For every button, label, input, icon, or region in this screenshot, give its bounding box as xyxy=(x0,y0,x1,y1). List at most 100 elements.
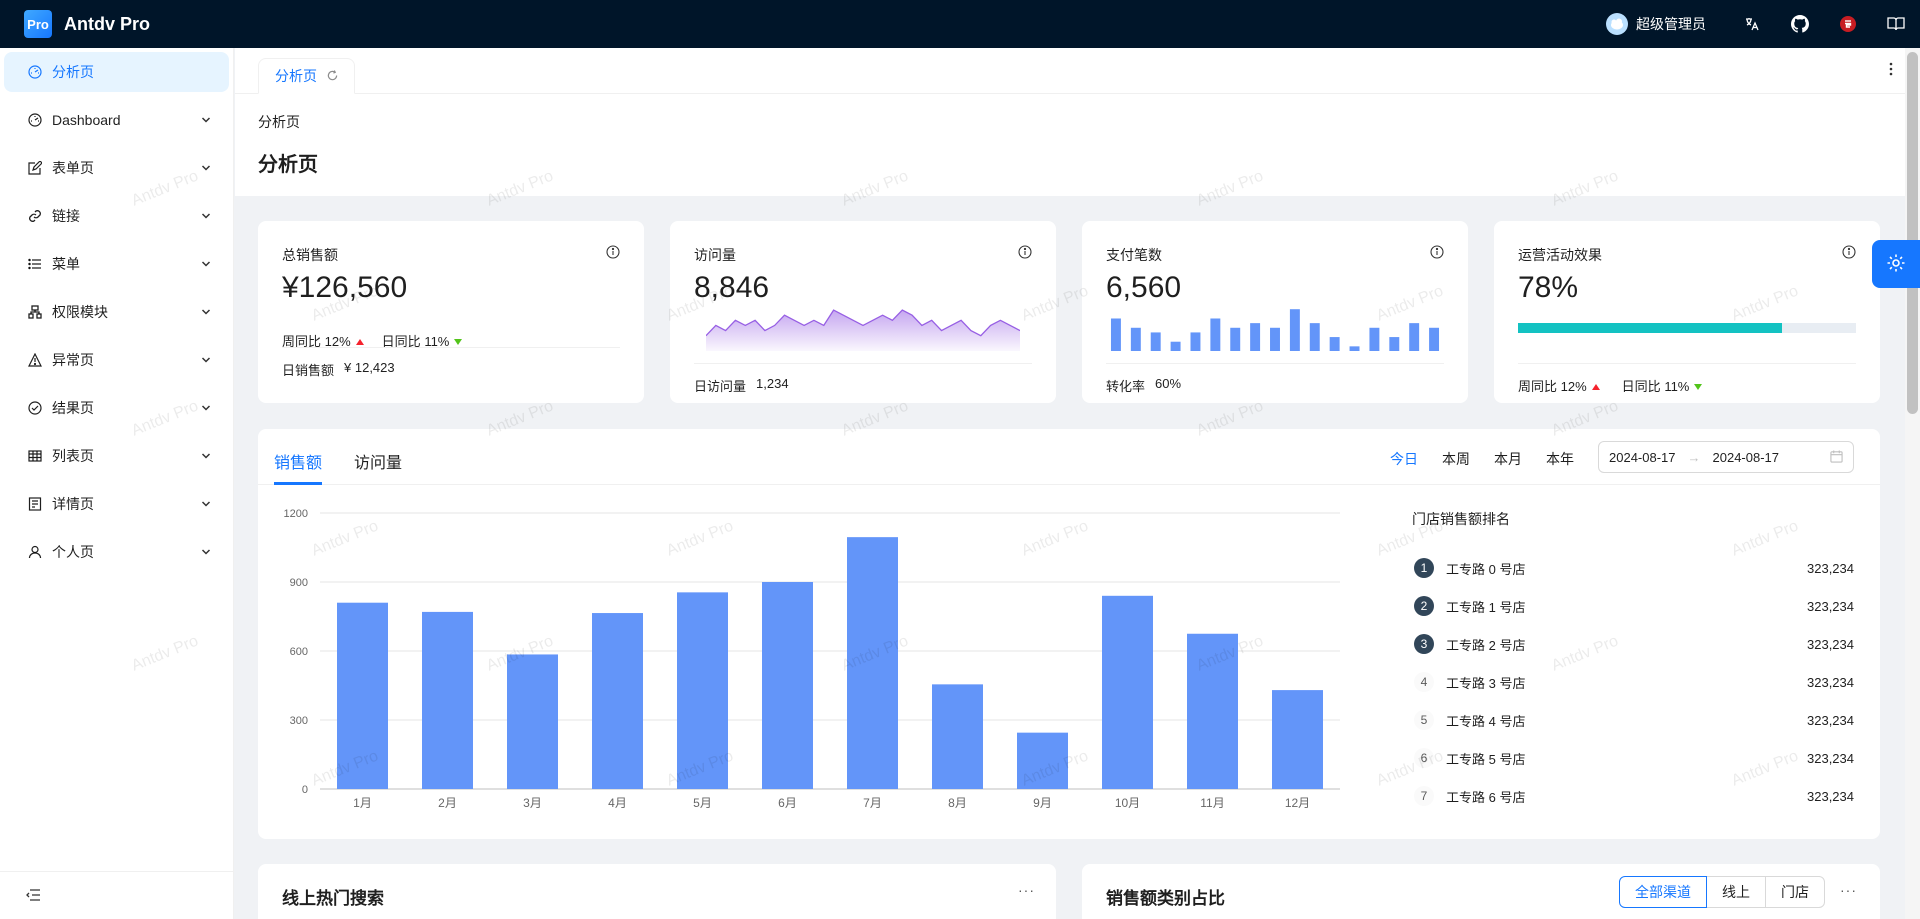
bar[interactable] xyxy=(422,611,473,789)
bar[interactable] xyxy=(1102,595,1153,789)
user-menu[interactable]: 超级管理员 xyxy=(1606,13,1706,35)
reload-icon[interactable] xyxy=(327,68,338,84)
more-icon[interactable]: ··· xyxy=(1840,882,1857,898)
mini-bar xyxy=(1190,332,1201,351)
channel-online[interactable]: 线上 xyxy=(1706,876,1766,908)
rank-row: 6 工专路 5 号店 323,234 xyxy=(1414,747,1854,769)
gitee-icon[interactable] xyxy=(1824,0,1872,48)
mini-bar xyxy=(1369,327,1380,351)
stat-footer: 周同比 12% 日同比 11% xyxy=(1518,363,1856,395)
x-tick-label: 6月 xyxy=(778,796,797,810)
bar[interactable] xyxy=(677,592,728,789)
sidebar-item-6[interactable]: 异常页 xyxy=(4,340,229,380)
app-title[interactable]: Antdv Pro xyxy=(64,14,150,35)
breadcrumb[interactable]: 分析页 xyxy=(258,112,300,132)
sales-category-card: 销售额类别占比 全部渠道 线上 门店 ··· xyxy=(1082,864,1880,919)
chevron-down-icon xyxy=(201,352,211,368)
date-start[interactable]: 2024-08-17 xyxy=(1609,450,1676,465)
bar[interactable] xyxy=(592,613,643,789)
bar[interactable] xyxy=(1017,732,1068,789)
chevron-down-icon xyxy=(201,448,211,464)
bar[interactable] xyxy=(337,602,388,789)
sidebar-item-4[interactable]: 菜单 xyxy=(4,244,229,284)
mini-bar xyxy=(1270,327,1280,351)
x-tick-label: 3月 xyxy=(523,796,542,810)
sidebar-item-3[interactable]: 链接 xyxy=(4,196,229,236)
bar[interactable] xyxy=(762,582,813,789)
chevron-down-icon xyxy=(201,496,211,512)
foot-label: 转化率 xyxy=(1106,379,1146,394)
sidebar-item-9[interactable]: 详情页 xyxy=(4,484,229,524)
bar[interactable] xyxy=(1272,690,1323,789)
info-circle-icon[interactable] xyxy=(606,245,620,262)
tab-visits[interactable]: 访问量 xyxy=(354,449,402,473)
mini-bar xyxy=(1309,323,1320,351)
stat-footer: 转化率 60% xyxy=(1106,363,1444,395)
tab-sales[interactable]: 销售额 xyxy=(274,449,322,473)
foot-value: ¥ 12,423 xyxy=(344,360,395,375)
rank-value: 323,234 xyxy=(1807,560,1854,576)
dashboard-icon xyxy=(28,113,42,127)
docs-icon[interactable] xyxy=(1872,0,1920,48)
date-end[interactable]: 2024-08-17 xyxy=(1713,450,1780,465)
rank-store-name: 工专路 5 号店 xyxy=(1446,751,1526,767)
tab-label: 分析页 xyxy=(275,68,317,84)
sidebar-item-2[interactable]: 表单页 xyxy=(4,148,229,188)
day-trend: 日同比 11% xyxy=(1622,376,1703,395)
range-week[interactable]: 本周 xyxy=(1442,449,1470,469)
info-circle-icon[interactable] xyxy=(1430,245,1444,262)
rank-number: 1 xyxy=(1414,558,1434,578)
sidebar-item-8[interactable]: 列表页 xyxy=(4,436,229,476)
dashboard-icon xyxy=(28,65,42,79)
bar[interactable] xyxy=(847,537,898,789)
x-tick-label: 11月 xyxy=(1200,796,1224,810)
range-today[interactable]: 今日 xyxy=(1390,449,1418,469)
rank-store-name: 工专路 1 号店 xyxy=(1446,599,1526,615)
bar[interactable] xyxy=(932,684,983,789)
sidebar: 分析页 Dashboard 表单页链接菜单权限模块异常页结果页列表页详情页个人页 xyxy=(0,48,234,919)
bar[interactable] xyxy=(1187,633,1238,789)
sidebar-item-7[interactable]: 结果页 xyxy=(4,388,229,428)
bar[interactable] xyxy=(507,654,558,789)
channel-all[interactable]: 全部渠道 xyxy=(1619,876,1707,908)
range-month[interactable]: 本月 xyxy=(1494,449,1522,469)
payments-mini-bar-chart xyxy=(1110,309,1440,351)
tab-analysis[interactable]: 分析页 xyxy=(258,58,355,94)
mini-bar xyxy=(1289,309,1300,351)
rank-row: 7 工专路 6 号店 323,234 xyxy=(1414,785,1854,807)
rank-number: 5 xyxy=(1414,710,1434,730)
translate-icon[interactable] xyxy=(1728,0,1776,48)
tab-more-icon[interactable] xyxy=(1889,62,1893,79)
channel-store[interactable]: 门店 xyxy=(1765,876,1825,908)
sidebar-item-1[interactable]: Dashboard xyxy=(4,100,229,140)
rank-store-name: 工专路 2 号店 xyxy=(1446,637,1526,653)
scrollbar-thumb[interactable] xyxy=(1907,52,1918,414)
github-icon[interactable] xyxy=(1776,0,1824,48)
stat-card-sales: 总销售额 ¥126,560 周同比 12% 日同比 11% 日销售额 ¥ 12,… xyxy=(258,221,644,403)
info-circle-icon[interactable] xyxy=(1018,245,1032,262)
sidebar-item-0[interactable]: 分析页 xyxy=(4,52,229,92)
app-logo[interactable]: Pro xyxy=(24,10,52,38)
settings-button[interactable] xyxy=(1872,240,1920,288)
more-icon[interactable]: ··· xyxy=(1018,882,1035,898)
date-range-picker[interactable]: 2024-08-17 → 2024-08-17 xyxy=(1598,441,1854,473)
visits-area-chart xyxy=(706,309,1020,351)
sidebar-item-label: Dashboard xyxy=(52,112,121,128)
sidebar-item-5[interactable]: 权限模块 xyxy=(4,292,229,332)
caret-down-icon xyxy=(1694,384,1703,390)
sidebar-item-10[interactable]: 个人页 xyxy=(4,532,229,572)
chevron-down-icon xyxy=(201,256,211,272)
stat-value: ¥126,560 xyxy=(282,271,408,304)
sales-tab-bar: 销售额 访问量 今日 本周 本月 本年 2024-08-17 → 2024-08… xyxy=(258,429,1880,485)
rank-value: 323,234 xyxy=(1807,674,1854,690)
avatar-icon xyxy=(1606,13,1628,35)
collapse-menu-button[interactable] xyxy=(0,871,234,919)
range-year[interactable]: 本年 xyxy=(1546,449,1574,469)
progress-fill xyxy=(1518,323,1782,333)
stat-value: 78% xyxy=(1518,271,1579,304)
rank-number: 3 xyxy=(1414,634,1434,654)
rank-row: 3 工专路 2 号店 323,234 xyxy=(1414,633,1854,655)
arrow-right-icon: → xyxy=(1687,449,1701,465)
cluster-icon xyxy=(28,305,42,319)
info-circle-icon[interactable] xyxy=(1842,245,1856,262)
